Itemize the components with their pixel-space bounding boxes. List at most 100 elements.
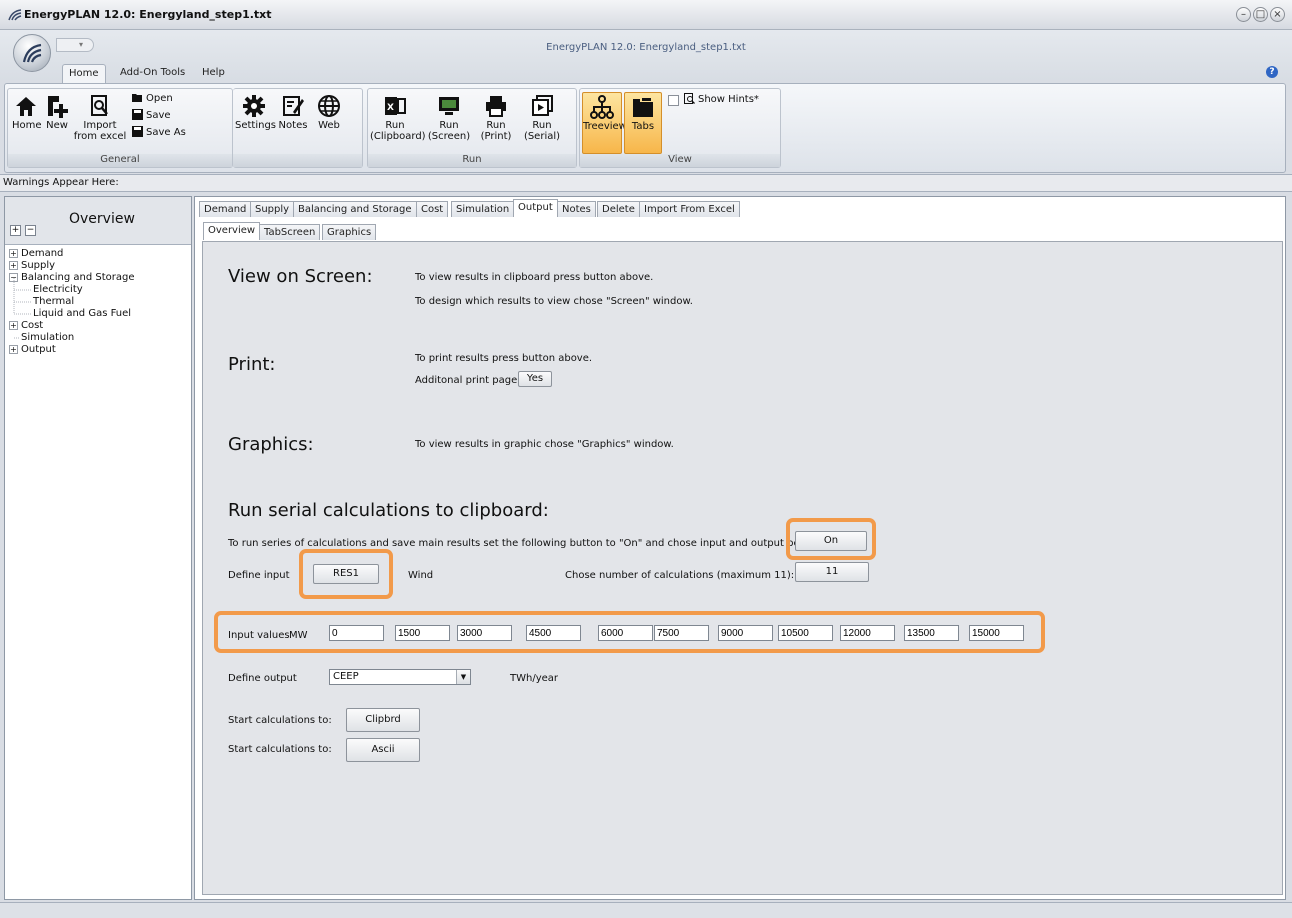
- serial-instruction: To run series of calculations and save m…: [228, 538, 820, 549]
- overview-panel: Overview + − + Demand + Supply − Balancing …: [4, 196, 192, 900]
- input-values-label: Input values: [228, 630, 290, 641]
- input-value-10[interactable]: [904, 625, 959, 641]
- serial-heading: Run serial calculations to clipboard:: [228, 500, 549, 521]
- warnings-bar: Warnings Appear Here:: [0, 174, 1292, 192]
- save-as-disk-icon: [132, 126, 143, 137]
- save-as-button[interactable]: Save As: [132, 126, 186, 140]
- open-button[interactable]: Open: [132, 92, 173, 106]
- settings-button[interactable]: Settings: [235, 94, 276, 131]
- new-button[interactable]: New: [42, 94, 72, 131]
- collapse-all-button[interactable]: −: [25, 225, 36, 236]
- ribbon-group-run: X Run (Clipboard) Run (Screen) Run (Prin…: [367, 88, 577, 168]
- close-button[interactable]: ×: [1270, 7, 1285, 22]
- help-icon[interactable]: ?: [1266, 66, 1278, 78]
- tabs-toggle-button[interactable]: Tabs: [624, 92, 662, 154]
- tab-output[interactable]: Output: [513, 199, 558, 217]
- group-label-run: Run: [368, 154, 576, 167]
- run-screen-label: Run: [439, 120, 459, 131]
- ribbon: Home New Import from excel Open Save Sav…: [4, 83, 1286, 173]
- input-value-2[interactable]: [395, 625, 450, 641]
- new-file-icon: [48, 96, 68, 118]
- input-variable-name: Wind: [408, 570, 434, 581]
- input-value-8[interactable]: [778, 625, 833, 641]
- home-icon: [16, 97, 36, 116]
- start-calculations-label-2: Start calculations to:: [228, 744, 332, 755]
- ribbon-tab-help[interactable]: Help: [196, 64, 231, 83]
- tab-simulation[interactable]: Simulation: [451, 201, 515, 217]
- subtab-tabscreen[interactable]: TabScreen: [259, 224, 321, 240]
- save-button[interactable]: Save: [132, 109, 171, 123]
- application-menu-button[interactable]: [13, 34, 51, 72]
- tab-balancing[interactable]: Balancing and Storage: [293, 201, 417, 217]
- show-hints-button[interactable]: Show Hints*: [684, 93, 759, 107]
- start-clipboard-button[interactable]: Clipbrd: [346, 708, 420, 732]
- input-value-3[interactable]: [457, 625, 512, 641]
- web-label: Web: [318, 120, 340, 131]
- tab-demand[interactable]: Demand: [199, 201, 252, 217]
- expand-all-button[interactable]: +: [10, 225, 21, 236]
- web-button[interactable]: Web: [313, 94, 345, 131]
- tab-supply[interactable]: Supply: [250, 201, 295, 217]
- run-clipboard-label: Run: [385, 120, 405, 131]
- highlight-on-button: [786, 518, 876, 560]
- view-instruction-1: To view results in clipboard press butto…: [415, 272, 654, 283]
- treeview-label: Treeview: [583, 121, 627, 132]
- minimize-button[interactable]: –: [1236, 7, 1251, 22]
- run-serial-label: Run: [532, 120, 552, 131]
- input-value-6[interactable]: [654, 625, 709, 641]
- run-print-button[interactable]: Run (Print): [476, 94, 516, 142]
- notes-button[interactable]: Notes: [277, 94, 309, 131]
- input-value-9[interactable]: [840, 625, 895, 641]
- treeview-toggle-button[interactable]: Treeview: [582, 92, 627, 154]
- status-bar: [0, 902, 1292, 918]
- additional-print-yes-button[interactable]: Yes: [518, 371, 552, 387]
- number-of-calculations-button[interactable]: 11: [795, 562, 869, 582]
- output-variable-select[interactable]: CEEP ▼: [329, 669, 471, 685]
- graphics-heading: Graphics:: [228, 434, 314, 455]
- input-values-unit: MW: [289, 630, 308, 641]
- output-overview-content: View on Screen: To view results in clipb…: [202, 241, 1283, 895]
- input-value-5[interactable]: [598, 625, 653, 641]
- graphics-instruction: To view results in graphic chose "Graphi…: [415, 439, 674, 450]
- tab-cost[interactable]: Cost: [416, 201, 449, 217]
- start-ascii-button[interactable]: Ascii: [346, 738, 420, 762]
- maximize-button[interactable]: □: [1253, 7, 1268, 22]
- treeview-icon: [590, 95, 614, 119]
- run-serial-button[interactable]: Run (Serial): [520, 94, 564, 142]
- subtab-graphics[interactable]: Graphics: [322, 224, 377, 240]
- output-variable-value: CEEP: [333, 671, 359, 682]
- ribbon-tab-add-on-tools[interactable]: Add-On Tools: [114, 64, 191, 83]
- title-bar: EnergyPLAN 12.0: Energyland_step1.txt – …: [0, 0, 1292, 30]
- input-value-11[interactable]: [969, 625, 1024, 641]
- tab-delete[interactable]: Delete: [597, 201, 640, 217]
- run-serial-label-2: (Serial): [523, 131, 561, 142]
- run-clipboard-button[interactable]: X Run (Clipboard): [370, 94, 426, 142]
- tree-node-liquid-gas[interactable]: Liquid and Gas Fuel: [33, 308, 131, 320]
- show-hints-checkbox[interactable]: [668, 95, 679, 106]
- tab-import-from-excel[interactable]: Import From Excel: [639, 201, 740, 217]
- gear-icon: [243, 95, 265, 117]
- tree-label: Liquid and Gas Fuel: [33, 308, 132, 319]
- chevron-down-icon[interactable]: ▼: [456, 670, 470, 684]
- tab-notes[interactable]: Notes: [557, 201, 596, 217]
- subtab-overview[interactable]: Overview: [203, 222, 261, 240]
- notes-label: Notes: [278, 120, 308, 131]
- input-value-7[interactable]: [718, 625, 773, 641]
- home-button[interactable]: Home: [12, 94, 42, 131]
- tree-lines: [13, 278, 31, 339]
- ribbon-group-view: Treeview Tabs Show Hints* View: [579, 88, 781, 168]
- import-excel-icon: [91, 95, 108, 116]
- input-value-1[interactable]: [329, 625, 384, 641]
- additional-print-label: Additonal print page:: [415, 375, 521, 386]
- caption-title: EnergyPLAN 12.0: Energyland_step1.txt: [546, 42, 746, 53]
- serial-windows-icon: [532, 95, 553, 116]
- input-value-4[interactable]: [526, 625, 581, 641]
- ribbon-tab-home[interactable]: Home: [62, 64, 106, 83]
- import-from-excel-button[interactable]: Import from excel: [72, 94, 128, 142]
- run-screen-button[interactable]: Run (Screen): [426, 94, 472, 142]
- print-heading: Print:: [228, 354, 276, 375]
- run-print-label-2: (Print): [480, 131, 512, 142]
- ribbon-header: [0, 30, 1292, 80]
- show-hints-label: Show Hints*: [698, 94, 759, 105]
- open-label: Open: [146, 93, 173, 104]
